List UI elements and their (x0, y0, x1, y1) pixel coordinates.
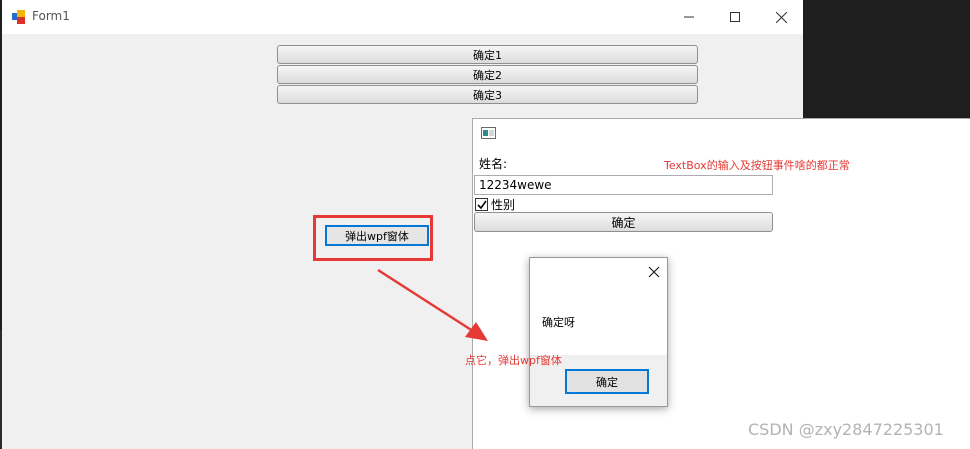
maximize-icon (730, 12, 740, 22)
dialog-message: 确定呀 (542, 316, 575, 329)
form1-titlebar[interactable]: Form1 (2, 0, 803, 34)
dialog-close-icon[interactable] (646, 264, 662, 280)
confirm-2-button[interactable]: 确定2 (277, 65, 698, 84)
maximize-button[interactable] (712, 0, 758, 34)
wpf-confirm-button[interactable]: 确定 (474, 212, 773, 232)
gender-checkbox[interactable] (475, 198, 488, 211)
message-dialog: 确定呀 确定 (529, 257, 668, 407)
checkmark-icon (476, 200, 487, 209)
form1-title: Form1 (32, 9, 70, 23)
watermark: CSDN @zxy2847225301 (748, 420, 944, 439)
confirm-1-button[interactable]: 确定1 (277, 45, 698, 64)
gender-label: 性别 (491, 198, 516, 212)
confirm-3-button[interactable]: 确定3 (277, 85, 698, 104)
dialog-ok-button[interactable]: 确定 (565, 369, 649, 394)
name-input[interactable] (474, 175, 773, 195)
open-wpf-window-button[interactable]: 弹出wpf窗体 (325, 225, 429, 246)
minimize-button[interactable] (666, 0, 712, 34)
form-app-icon (12, 10, 25, 24)
arrow-label: 点它，弹出wpf窗体 (465, 354, 562, 367)
minimize-icon (684, 16, 694, 18)
name-label: 姓名: (479, 157, 508, 171)
wpf-window-icon (481, 127, 496, 139)
close-icon (775, 11, 787, 23)
annotation-note: TextBox的输入及按钮事件啥的都正常 (664, 159, 850, 172)
red-arrow (377, 268, 488, 341)
close-button[interactable] (758, 0, 804, 34)
